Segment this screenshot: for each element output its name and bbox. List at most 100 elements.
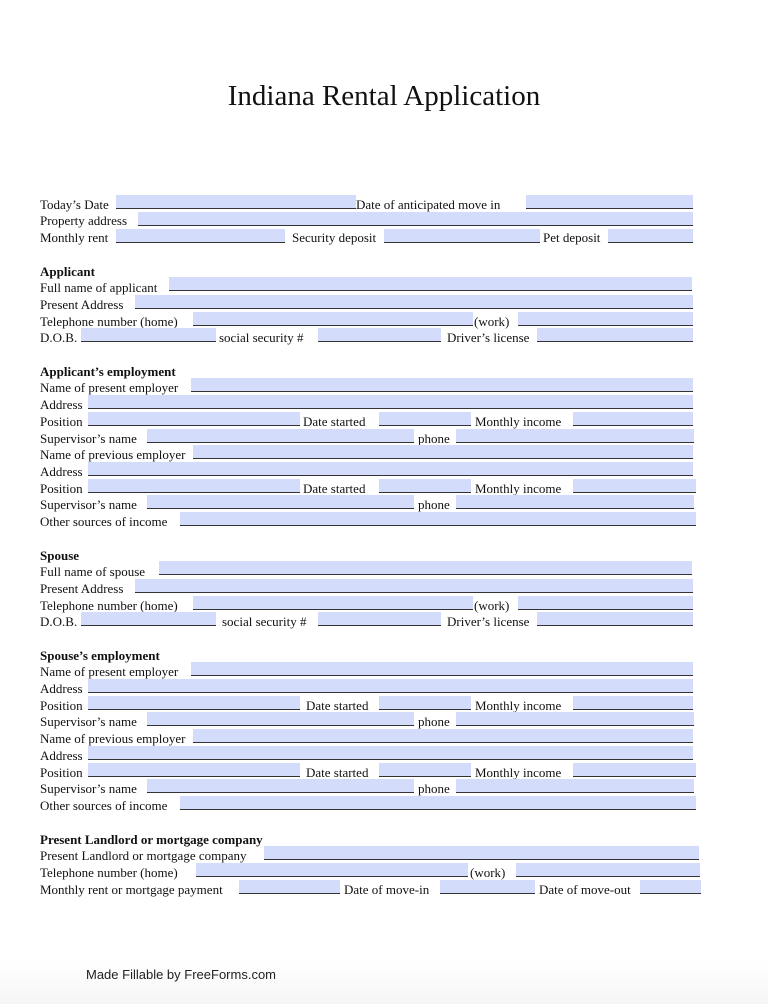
se-position-input[interactable] [88, 699, 300, 712]
landlord-tel-home-field[interactable] [196, 863, 468, 879]
applicant-license-field[interactable] [537, 328, 693, 344]
se-previous-employer-field[interactable] [193, 729, 693, 745]
applicant-name-input[interactable] [169, 280, 692, 293]
ae-prev-phone-input[interactable] [456, 498, 694, 511]
move-in-date-field[interactable] [526, 195, 693, 211]
property-address-input[interactable] [138, 215, 693, 228]
se-prev-monthly-income-field[interactable] [573, 763, 696, 779]
spouse-tel-home-input[interactable] [193, 599, 473, 612]
pet-deposit-input[interactable] [608, 232, 693, 245]
se-phone-input[interactable] [456, 715, 694, 728]
se-prev-address-field[interactable] [88, 746, 693, 762]
spouse-dob-input[interactable] [81, 615, 216, 628]
spouse-tel-work-field[interactable] [518, 596, 693, 612]
applicant-tel-home-field[interactable] [193, 312, 473, 328]
ae-monthly-income-field[interactable] [573, 412, 693, 428]
se-address-field[interactable] [88, 679, 693, 695]
move-in-date-input[interactable] [526, 198, 693, 211]
se-prev-address-input[interactable] [88, 749, 693, 762]
se-other-income-field[interactable] [180, 796, 696, 812]
ae-previous-employer-input[interactable] [193, 448, 693, 461]
se-supervisor-field[interactable] [147, 712, 414, 728]
landlord-company-field[interactable] [264, 846, 699, 862]
se-prev-date-started-input[interactable] [379, 766, 471, 779]
monthly-rent-field[interactable] [116, 229, 285, 245]
ae-prev-address-field[interactable] [88, 462, 693, 478]
ae-address-input[interactable] [88, 398, 693, 411]
ae-prev-address-input[interactable] [88, 465, 693, 478]
se-prev-phone-input[interactable] [456, 782, 694, 795]
ae-date-started-input[interactable] [379, 415, 471, 428]
se-present-employer-input[interactable] [191, 665, 693, 678]
spouse-tel-home-field[interactable] [193, 596, 473, 612]
spouse-address-input[interactable] [135, 582, 693, 595]
ae-present-employer-field[interactable] [191, 378, 693, 394]
ae-prev-date-started-field[interactable] [379, 479, 471, 495]
ae-position-input[interactable] [88, 415, 300, 428]
ae-phone-field[interactable] [456, 429, 694, 445]
applicant-address-input[interactable] [135, 298, 693, 311]
se-date-started-field[interactable] [379, 696, 471, 712]
se-prev-supervisor-field[interactable] [147, 779, 414, 795]
landlord-move-in-field[interactable] [440, 880, 535, 896]
se-previous-employer-input[interactable] [193, 732, 693, 745]
spouse-ssn-field[interactable] [318, 612, 441, 628]
landlord-move-in-input[interactable] [440, 883, 535, 896]
landlord-tel-work-input[interactable] [516, 866, 700, 879]
ae-other-income-field[interactable] [180, 512, 696, 528]
ae-prev-supervisor-field[interactable] [147, 495, 414, 511]
se-present-employer-field[interactable] [191, 662, 693, 678]
se-prev-monthly-income-input[interactable] [573, 766, 696, 779]
se-prev-phone-field[interactable] [456, 779, 694, 795]
pet-deposit-field[interactable] [608, 229, 693, 245]
todays-date-input[interactable] [116, 198, 356, 211]
landlord-payment-field[interactable] [239, 880, 340, 896]
ae-position-field[interactable] [88, 412, 300, 428]
ae-previous-employer-field[interactable] [193, 445, 693, 461]
applicant-license-input[interactable] [537, 331, 693, 344]
se-address-input[interactable] [88, 682, 693, 695]
applicant-name-field[interactable] [169, 277, 692, 293]
ae-prev-position-field[interactable] [88, 479, 300, 495]
se-date-started-input[interactable] [379, 699, 471, 712]
se-prev-supervisor-input[interactable] [147, 782, 414, 795]
todays-date-field[interactable] [116, 195, 356, 211]
applicant-ssn-field[interactable] [318, 328, 441, 344]
property-address-field[interactable] [138, 212, 693, 228]
ae-monthly-income-input[interactable] [573, 415, 693, 428]
se-monthly-income-input[interactable] [573, 699, 693, 712]
applicant-dob-field[interactable] [81, 328, 216, 344]
landlord-move-out-field[interactable] [640, 880, 701, 896]
se-monthly-income-field[interactable] [573, 696, 693, 712]
security-deposit-field[interactable] [384, 229, 540, 245]
se-phone-field[interactable] [456, 712, 694, 728]
landlord-tel-work-field[interactable] [516, 863, 700, 879]
ae-prev-monthly-income-input[interactable] [573, 482, 696, 495]
ae-address-field[interactable] [88, 395, 693, 411]
ae-date-started-field[interactable] [379, 412, 471, 428]
se-position-field[interactable] [88, 696, 300, 712]
ae-prev-monthly-income-field[interactable] [573, 479, 696, 495]
se-prev-position-input[interactable] [88, 766, 300, 779]
applicant-dob-input[interactable] [81, 331, 216, 344]
landlord-payment-input[interactable] [239, 883, 340, 896]
security-deposit-input[interactable] [384, 232, 540, 245]
applicant-tel-home-input[interactable] [193, 315, 473, 328]
ae-prev-position-input[interactable] [88, 482, 300, 495]
se-prev-date-started-field[interactable] [379, 763, 471, 779]
ae-other-income-input[interactable] [180, 515, 696, 528]
applicant-ssn-input[interactable] [318, 331, 441, 344]
ae-supervisor-input[interactable] [147, 432, 414, 445]
spouse-ssn-input[interactable] [318, 615, 441, 628]
ae-phone-input[interactable] [456, 432, 694, 445]
ae-prev-supervisor-input[interactable] [147, 498, 414, 511]
spouse-license-field[interactable] [537, 612, 693, 628]
applicant-tel-work-input[interactable] [518, 315, 693, 328]
landlord-tel-home-input[interactable] [196, 866, 468, 879]
ae-prev-phone-field[interactable] [456, 495, 694, 511]
spouse-license-input[interactable] [537, 615, 693, 628]
ae-present-employer-input[interactable] [191, 381, 693, 394]
spouse-address-field[interactable] [135, 579, 693, 595]
ae-prev-date-started-input[interactable] [379, 482, 471, 495]
applicant-tel-work-field[interactable] [518, 312, 693, 328]
